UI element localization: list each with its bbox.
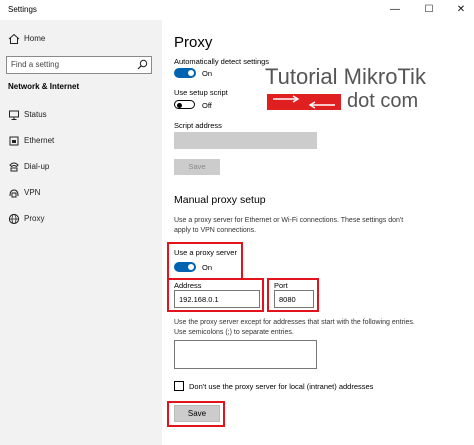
sidebar-item-ethernet[interactable]: Ethernet [0,130,162,152]
sidebar: Home Find a setting Network & Internet S… [0,20,162,445]
sidebar-item-home[interactable]: Home [0,28,162,50]
port-value: 8080 [279,295,296,304]
script-save-button[interactable]: Save [174,159,220,175]
local-addresses-checkbox[interactable] [174,381,184,391]
watermark-line2: dot com [347,90,419,112]
manual-proxy-description: Use a proxy server for Ethernet or Wi-Fi… [174,217,404,234]
dialup-icon [9,162,19,172]
search-icon [137,59,148,70]
vpn-icon [9,189,19,198]
use-proxy-label: Use a proxy server [174,248,237,257]
exceptions-description: Use the proxy server except for addresse… [174,319,415,336]
page-title: Proxy [174,34,213,51]
sidebar-item-label: Home [24,34,46,43]
auto-detect-state: On [202,69,213,78]
globe-icon [8,213,20,225]
auto-detect-toggle[interactable] [174,68,196,78]
search-input[interactable]: Find a setting [6,56,152,74]
script-address-label: Script address [174,121,222,130]
sidebar-item-label: Status [24,110,47,119]
toggle-knob [188,264,194,270]
sidebar-item-label: Dial-up [24,162,50,171]
manual-proxy-heading: Manual proxy setup [174,194,266,206]
watermark-line1: Tutorial MikroTik [265,64,426,89]
auto-detect-label: Automatically detect settings [174,57,270,66]
port-label: Port [274,281,288,290]
save-button[interactable]: Save [174,405,220,422]
sidebar-item-label: VPN [24,188,41,197]
address-label: Address [174,281,202,290]
use-proxy-state: On [202,263,213,272]
address-field[interactable]: 192.168.0.1 [174,290,260,308]
arrows-icon [267,94,341,110]
sidebar-item-status[interactable]: Status [0,104,162,126]
exceptions-input[interactable] [174,340,317,369]
status-icon [9,110,19,120]
toggle-knob [188,70,194,76]
setup-script-toggle[interactable] [174,100,195,109]
use-proxy-toggle[interactable] [174,262,196,272]
sidebar-item-vpn[interactable]: VPN [0,182,162,204]
local-addresses-label: Don't use the proxy server for local (in… [189,382,374,391]
title-bar: Settings — ☐ ✕ [0,0,474,20]
toggle-knob [177,102,182,108]
address-value: 192.168.0.1 [179,295,219,304]
ethernet-icon [9,136,19,146]
maximize-button[interactable]: ☐ [418,2,440,18]
home-icon [8,33,20,44]
sidebar-item-proxy[interactable]: Proxy [0,208,162,230]
window-title: Settings [8,5,37,14]
sidebar-item-dialup[interactable]: Dial-up [0,156,162,178]
search-placeholder: Find a setting [11,60,60,69]
sidebar-item-label: Proxy [24,214,45,223]
minimize-button[interactable]: — [384,2,406,18]
setup-script-label: Use setup script [174,88,228,97]
close-button[interactable]: ✕ [450,2,472,18]
sidebar-item-label: Ethernet [24,136,55,145]
watermark-logo: Tutorial MikroTik dot com [265,64,470,112]
script-address-input[interactable] [174,132,317,149]
section-title: Network & Internet [8,82,80,91]
port-field[interactable]: 8080 [274,290,314,308]
setup-script-state: Off [202,101,212,110]
